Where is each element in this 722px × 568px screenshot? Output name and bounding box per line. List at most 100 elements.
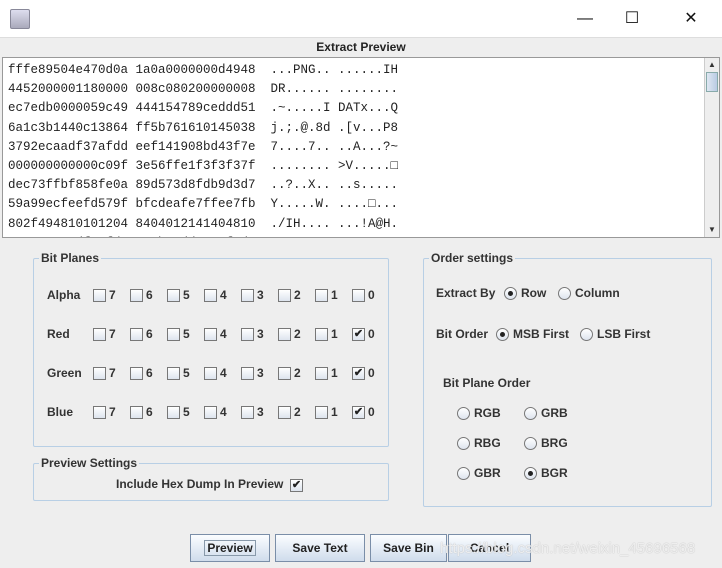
checkbox-blue-4[interactable] bbox=[204, 406, 217, 419]
checkbox-alpha-3[interactable] bbox=[241, 289, 254, 302]
title-bar: — ☐ ✕ bbox=[0, 0, 722, 38]
checkbox-green-0[interactable]: ✔ bbox=[352, 367, 365, 380]
checkbox-blue-6[interactable] bbox=[130, 406, 143, 419]
order-settings-group: Order settings Extract By Bit Order Bit … bbox=[423, 251, 712, 507]
maximize-button[interactable]: ☐ bbox=[609, 0, 655, 38]
bit-label: 6 bbox=[146, 366, 153, 380]
bit-label: 2 bbox=[294, 327, 301, 341]
vertical-scrollbar[interactable]: ▲ ▼ bbox=[704, 58, 719, 237]
bit-label: 1 bbox=[331, 366, 338, 380]
plane-label-red: Red bbox=[47, 327, 70, 341]
checkbox-blue-1[interactable] bbox=[315, 406, 328, 419]
preview-button[interactable]: Preview bbox=[190, 534, 270, 562]
save-text-button[interactable]: Save Text bbox=[275, 534, 365, 562]
scroll-thumb[interactable] bbox=[706, 72, 718, 92]
plane-order-radio-bgr[interactable] bbox=[524, 467, 537, 480]
checkbox-red-3[interactable] bbox=[241, 328, 254, 341]
bit-label: 5 bbox=[183, 405, 190, 419]
checkbox-blue-5[interactable] bbox=[167, 406, 180, 419]
bit-label: 4 bbox=[220, 327, 227, 341]
order-settings-title: Order settings bbox=[429, 251, 516, 265]
bit-order-label: LSB First bbox=[597, 327, 651, 341]
preview-text-area[interactable]: ▲ ▼ fffe89504e470d0a 1a0a0000000d4948 ..… bbox=[2, 57, 720, 238]
scroll-down-arrow-icon[interactable]: ▼ bbox=[705, 223, 719, 237]
preview-settings-group: Preview Settings Include Hex Dump In Pre… bbox=[33, 456, 389, 501]
plane-order-radio-rgb[interactable] bbox=[457, 407, 470, 420]
bit-label: 7 bbox=[109, 288, 116, 302]
checkbox-red-7[interactable] bbox=[93, 328, 106, 341]
checkbox-red-1[interactable] bbox=[315, 328, 328, 341]
bit-label: 7 bbox=[109, 327, 116, 341]
checkbox-blue-0[interactable]: ✔ bbox=[352, 406, 365, 419]
checkbox-green-4[interactable] bbox=[204, 367, 217, 380]
checkbox-blue-7[interactable] bbox=[93, 406, 106, 419]
bit-label: 7 bbox=[109, 405, 116, 419]
preview-settings-title: Preview Settings bbox=[39, 456, 140, 470]
close-button[interactable]: ✕ bbox=[668, 0, 714, 38]
bit-order-radio-lsb-first[interactable] bbox=[580, 328, 593, 341]
hex-line: 4452000001180000 008c080200000008 DR....… bbox=[8, 82, 399, 97]
bit-order-label: MSB First bbox=[513, 327, 570, 341]
bit-label: 1 bbox=[331, 288, 338, 302]
extract-by-radio-row[interactable] bbox=[504, 287, 517, 300]
checkbox-blue-3[interactable] bbox=[241, 406, 254, 419]
plane-order-label: RGB bbox=[474, 406, 501, 420]
checkbox-green-6[interactable] bbox=[130, 367, 143, 380]
checkbox-green-3[interactable] bbox=[241, 367, 254, 380]
checkbox-red-2[interactable] bbox=[278, 328, 291, 341]
bit-label: 3 bbox=[257, 327, 264, 341]
checkbox-alpha-6[interactable] bbox=[130, 289, 143, 302]
bit-label: 0 bbox=[368, 405, 375, 419]
checkbox-green-7[interactable] bbox=[93, 367, 106, 380]
bit-label: 3 bbox=[257, 405, 264, 419]
checkbox-alpha-4[interactable] bbox=[204, 289, 217, 302]
checkbox-red-4[interactable] bbox=[204, 328, 217, 341]
bit-label: 6 bbox=[146, 327, 153, 341]
plane-order-radio-grb[interactable] bbox=[524, 407, 537, 420]
checkbox-green-1[interactable] bbox=[315, 367, 328, 380]
plane-order-label: GBR bbox=[474, 466, 501, 480]
bit-label: 0 bbox=[368, 327, 375, 341]
hex-line: fffe89504e470d0a 1a0a0000000d4948 ...PNG… bbox=[8, 63, 399, 77]
checkbox-alpha-7[interactable] bbox=[93, 289, 106, 302]
extract-by-label: Row bbox=[521, 286, 547, 300]
checkbox-alpha-0[interactable] bbox=[352, 289, 365, 302]
extract-by-label: Column bbox=[575, 286, 620, 300]
hex-dump-checkbox[interactable]: ✔ bbox=[290, 479, 303, 492]
bit-label: 1 bbox=[331, 405, 338, 419]
checkbox-green-2[interactable] bbox=[278, 367, 291, 380]
plane-label-alpha: Alpha bbox=[47, 288, 81, 302]
extract-by-radio-column[interactable] bbox=[558, 287, 571, 300]
plane-order-label: RBG bbox=[474, 436, 501, 450]
checkbox-red-6[interactable] bbox=[130, 328, 143, 341]
bit-label: 2 bbox=[294, 405, 301, 419]
save-bin-button[interactable]: Save Bin bbox=[370, 534, 447, 562]
checkbox-alpha-1[interactable] bbox=[315, 289, 328, 302]
bit-label: 5 bbox=[183, 327, 190, 341]
checkbox-alpha-5[interactable] bbox=[167, 289, 180, 302]
bit-plane-order-label: Bit Plane Order bbox=[443, 376, 531, 390]
checkbox-green-5[interactable] bbox=[167, 367, 180, 380]
plane-order-radio-rbg[interactable] bbox=[457, 437, 470, 450]
preview-button-label: Preview bbox=[204, 540, 256, 556]
bit-label: 3 bbox=[257, 288, 264, 302]
bit-label: 0 bbox=[368, 288, 375, 302]
plane-order-radio-gbr[interactable] bbox=[457, 467, 470, 480]
bit-label: 7 bbox=[109, 366, 116, 380]
hex-line: dec73ffbf858fe0a 89d573d8fdb9d3d7 ..?..X… bbox=[8, 178, 399, 193]
bit-label: 4 bbox=[220, 405, 227, 419]
bit-order-radio-msb-first[interactable] bbox=[496, 328, 509, 341]
plane-order-label: BRG bbox=[541, 436, 568, 450]
dialog-header: Extract Preview bbox=[316, 40, 406, 54]
bit-label: 5 bbox=[183, 366, 190, 380]
bit-label: 4 bbox=[220, 366, 227, 380]
checkbox-red-5[interactable] bbox=[167, 328, 180, 341]
checkbox-alpha-2[interactable] bbox=[278, 289, 291, 302]
checkbox-blue-2[interactable] bbox=[278, 406, 291, 419]
bit-label: 3 bbox=[257, 366, 264, 380]
bit-label: 6 bbox=[146, 405, 153, 419]
minimize-button[interactable]: — bbox=[562, 0, 608, 38]
checkbox-red-0[interactable]: ✔ bbox=[352, 328, 365, 341]
scroll-up-arrow-icon[interactable]: ▲ bbox=[705, 58, 719, 72]
plane-order-radio-brg[interactable] bbox=[524, 437, 537, 450]
